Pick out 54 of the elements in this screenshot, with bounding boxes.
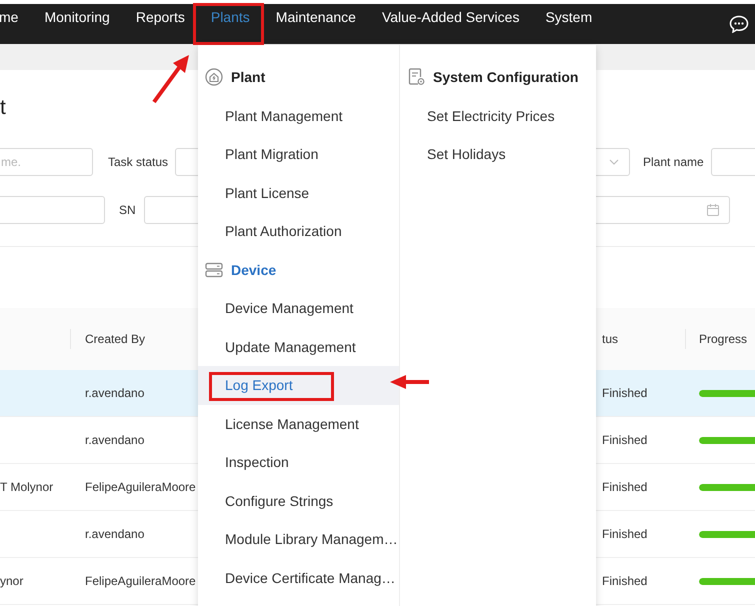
nav-tab[interactable]: Maintenance [262, 4, 369, 44]
menu-item[interactable]: Set Holidays [400, 135, 578, 174]
nav-tab[interactable]: me [0, 4, 32, 44]
document-gear-icon [407, 68, 425, 86]
pointer-arrow [151, 53, 191, 105]
menu-item[interactable]: License Management [198, 404, 399, 443]
table-cell: r.avendano [85, 527, 144, 541]
filter-label: SN [119, 203, 137, 217]
filter-label: Plant name [643, 155, 703, 169]
chat-icon[interactable] [729, 15, 749, 33]
table-cell: FelipeAguileraMoore [85, 574, 196, 588]
menu-item[interactable]: Configure Strings [198, 482, 399, 520]
menu-item[interactable]: Device Management [198, 289, 399, 328]
nav-tab[interactable]: Value-Added Services [368, 4, 532, 44]
column-header: tus [602, 332, 618, 346]
table-cell: r.avendano [85, 386, 144, 400]
table-cell: Finished [602, 527, 648, 541]
menu-item[interactable]: Module Library Managem… [198, 520, 399, 558]
filter-field[interactable] [0, 196, 105, 224]
menu-item[interactable]: Plant Management [198, 96, 399, 135]
table-cell: Finished [602, 574, 648, 588]
table-cell: FelipeAguileraMoore [85, 480, 196, 494]
menu-item[interactable]: Set Electricity Prices [400, 96, 578, 135]
filter-label: Task status [108, 155, 168, 169]
menu-item[interactable]: Inspection [198, 443, 399, 482]
column-header: Progress [699, 332, 748, 346]
nav-tab[interactable]: Monitoring [31, 4, 123, 44]
menu-item[interactable]: Log Export [198, 366, 399, 404]
table-cell: Finished [602, 480, 648, 494]
name-field[interactable]: me. [0, 148, 93, 176]
menu-item[interactable]: Update Management [198, 328, 399, 366]
house-icon [205, 68, 223, 86]
nav-tab[interactable]: System [532, 4, 606, 44]
menu-group-title: System Configuration [433, 69, 578, 86]
menu-item[interactable]: Plant Migration [198, 135, 399, 174]
table-cell: ynor [0, 574, 24, 588]
table-cell: T Molynor [0, 480, 54, 494]
menu-item[interactable]: Plant License [198, 174, 399, 212]
chevron-down-icon [609, 159, 619, 165]
table-cell: r.avendano [85, 433, 144, 447]
nav-tab[interactable]: Reports [122, 4, 198, 44]
plant-name-field[interactable] [711, 148, 755, 176]
menu-group-title: Device [231, 262, 276, 278]
server-icon [205, 260, 223, 279]
menu-item[interactable]: Device Certificate Manag… [198, 558, 399, 597]
page-title: t [0, 96, 6, 120]
column-header: Created By [85, 332, 146, 346]
table-cell: Finished [602, 433, 648, 447]
table-cell: Finished [602, 386, 648, 400]
pointer-arrow [390, 375, 430, 389]
menu-item[interactable]: Plant Authorization [198, 212, 399, 250]
nav-tab[interactable]: Plants [198, 4, 263, 44]
menu-group-title: Plant [231, 69, 266, 86]
calendar-icon [707, 204, 719, 216]
